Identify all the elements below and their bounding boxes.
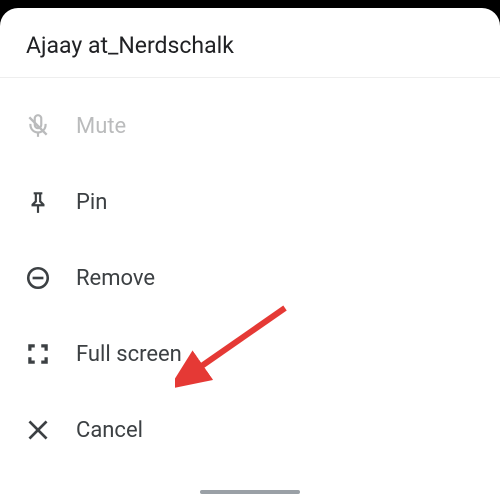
fullscreen-item[interactable]: Full screen	[0, 316, 500, 392]
remove-label: Remove	[76, 266, 155, 291]
pin-label: Pin	[76, 190, 107, 215]
mute-label: Mute	[76, 114, 126, 139]
participant-name: Ajaay at_Nerdschalk	[26, 32, 474, 59]
fullscreen-icon	[22, 338, 54, 370]
mute-icon	[22, 110, 54, 142]
home-indicator	[200, 490, 300, 494]
remove-icon	[22, 262, 54, 294]
cancel-item[interactable]: Cancel	[0, 392, 500, 468]
cancel-label: Cancel	[76, 418, 143, 443]
remove-item[interactable]: Remove	[0, 240, 500, 316]
pin-icon	[22, 186, 54, 218]
fullscreen-label: Full screen	[76, 342, 182, 367]
mute-item: Mute	[0, 88, 500, 164]
pin-item[interactable]: Pin	[0, 164, 500, 240]
context-menu: Mute Pin Remove	[0, 78, 500, 468]
sheet-header: Ajaay at_Nerdschalk	[0, 8, 500, 78]
bottom-sheet: Ajaay at_Nerdschalk Mute Pin	[0, 8, 500, 500]
close-icon	[22, 414, 54, 446]
